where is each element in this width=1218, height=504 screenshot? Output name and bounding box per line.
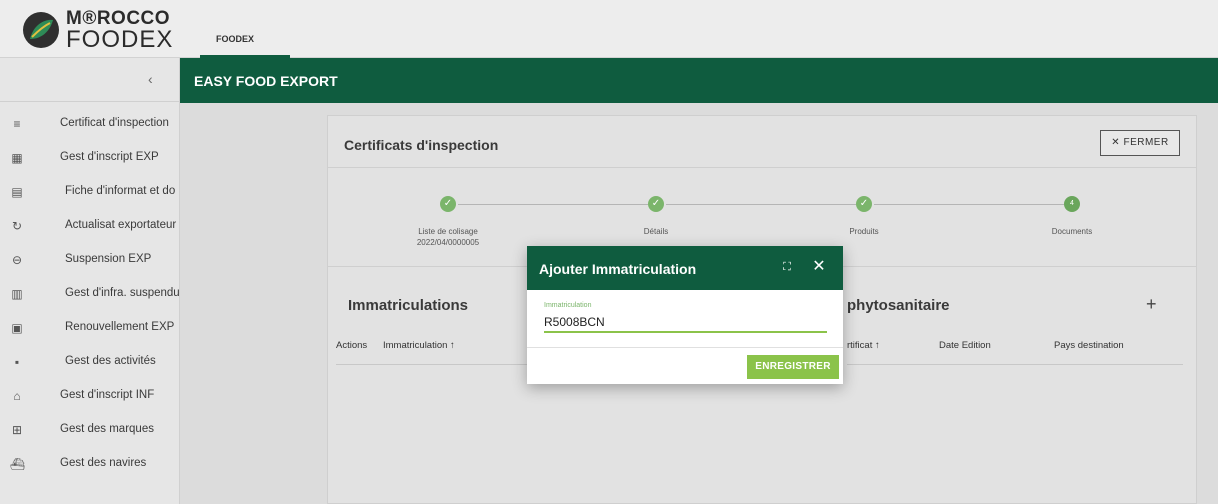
sidebar-item-fiche-informat[interactable]: ▤ Fiche d'informat et do [0,176,179,210]
logo-text-foodex: FOODEX [66,26,174,53]
top-bar: M®ROCCO FOODEX FOODEX [0,0,1218,58]
grid-icon: ▦ [11,151,23,165]
step-4-number[interactable]: 4 [1064,196,1080,212]
sidebar-item-suspension-exp[interactable]: ⊖ Suspension EXP [0,244,179,278]
close-icon[interactable]: ✕ [811,258,827,276]
sidebar-item-gest-activites[interactable]: ▪ Gest des activités [0,346,179,380]
stepper-connector [874,204,1064,205]
dialog-title: Ajouter Immatriculation [539,261,697,277]
col-certificat[interactable]: rtificat ↑ [847,340,880,351]
refresh-icon: ↻ [11,219,23,233]
sidebar-item-label: Renouvellement EXP [65,321,175,333]
immatriculation-field-label: Immatriculation [544,302,592,309]
id-card-icon: ▣ [11,321,23,335]
step-2-check-icon[interactable]: ✓ [648,196,664,212]
list-check-icon: ≡ [13,117,21,131]
step-3-check-icon[interactable]: ✓ [856,196,872,212]
sidebar-item-label: Fiche d'informat et do [65,185,176,197]
stepper-connector [458,204,648,205]
step-3-label: Produits [849,227,879,236]
step-2-label: Détails [643,227,669,236]
sidebar-item-gest-inscript-exp[interactable]: ▦ Gest d'inscript EXP [0,142,179,176]
table-header-underline [336,364,536,365]
close-button-label: FERMER [1123,137,1169,148]
close-icon: ✕ [1111,137,1121,148]
sidebar-item-renouvellement-exp[interactable]: ▣ Renouvellement EXP [0,312,179,346]
sidebar-item-label: Gest des marques [60,423,154,435]
bank-icon: ⌂ [13,389,21,403]
card-header: Certificats d'inspection ✕ FERMER [328,116,1196,168]
immatriculation-input[interactable] [544,313,827,333]
logo: M®ROCCO FOODEX [22,6,182,54]
card-title: Certificats d'inspection [344,137,499,153]
phytosanitaire-title: phytosanitaire [847,297,950,314]
col-pays-destination[interactable]: Pays destination [1054,340,1124,351]
document-icon: ▤ [11,185,23,199]
step-label-sub: 2022/04/0000005 [416,238,480,247]
sidebar-item-gest-marques[interactable]: ⊞ Gest des marques [0,414,179,448]
sidebar-item-label: Gest des activités [65,355,156,367]
sidebar-item-label: Certificat d'inspection [60,117,169,129]
fullscreen-icon[interactable]: ⛶ [779,259,795,275]
save-button[interactable]: ENREGISTRER [747,355,839,379]
sidebar-item-label: Gest d'inscript EXP [60,151,159,163]
close-button[interactable]: ✕ FERMER [1100,130,1180,156]
step-1-label: Liste de colisage 2022/04/0000005 [378,226,518,248]
step-label-text: Liste de colisage [418,227,478,236]
sidebar-item-gest-infra-suspendu[interactable]: ▥ Gest d'infra. suspendu [0,278,179,312]
sidebar-nav: ≡ Certificat d'inspection ▦ Gest d'inscr… [0,102,179,482]
col-immatriculation[interactable]: Immatriculation ↑ [383,340,455,351]
stepper-connector [666,204,856,205]
col-date-edition[interactable]: Date Edition [939,340,991,351]
minus-circle-icon: ⊖ [11,253,23,267]
sidebar-item-gest-inscript-inf[interactable]: ⌂ Gest d'inscript INF [0,380,179,414]
sidebar-item-label: Gest d'inscript INF [60,389,155,401]
ship-icon: ⛴ [10,457,26,471]
sidebar: ‹ ≡ Certificat d'inspection ▦ Gest d'ins… [0,58,180,504]
app-title: EASY FOOD EXPORT [194,73,338,89]
sidebar-item-actualisat-exportateur[interactable]: ↻ Actualisat exportateur [0,210,179,244]
building-icon: ▥ [11,287,23,301]
sidebar-item-gest-navires[interactable]: ⛴ Gest des navires [0,448,179,482]
dialog-separator [527,347,843,348]
ticket-icon: ▪ [14,355,20,369]
dialog-header: Ajouter Immatriculation ⛶ ✕ [527,246,843,290]
logo-mark-icon [23,12,59,48]
sidebar-item-label: Actualisat exportateur [65,219,177,231]
sidebar-item-label: Gest d'infra. suspendu [65,287,179,299]
sidebar-item-certificat-inspection[interactable]: ≡ Certificat d'inspection [0,108,179,142]
immatriculations-title: Immatriculations [348,297,469,314]
sidebar-item-label: Gest des navires [60,457,147,469]
sidebar-item-label: Suspension EXP [65,253,152,265]
chevron-left-icon[interactable]: ‹ [148,71,153,87]
add-icon[interactable]: + [1146,294,1157,315]
table-header-underline [847,364,1183,365]
col-actions: Actions [336,340,368,351]
add-immatriculation-dialog: Ajouter Immatriculation ⛶ ✕ Immatriculat… [527,246,843,384]
step-4-label: Documents [1051,227,1093,236]
app-header: EASY FOOD EXPORT [180,58,1218,103]
plus-square-icon: ⊞ [11,423,23,437]
sidebar-collapse-row: ‹ [0,58,179,102]
tab-foodex[interactable]: FOODEX [200,0,290,58]
step-1-check-icon[interactable]: ✓ [440,196,456,212]
